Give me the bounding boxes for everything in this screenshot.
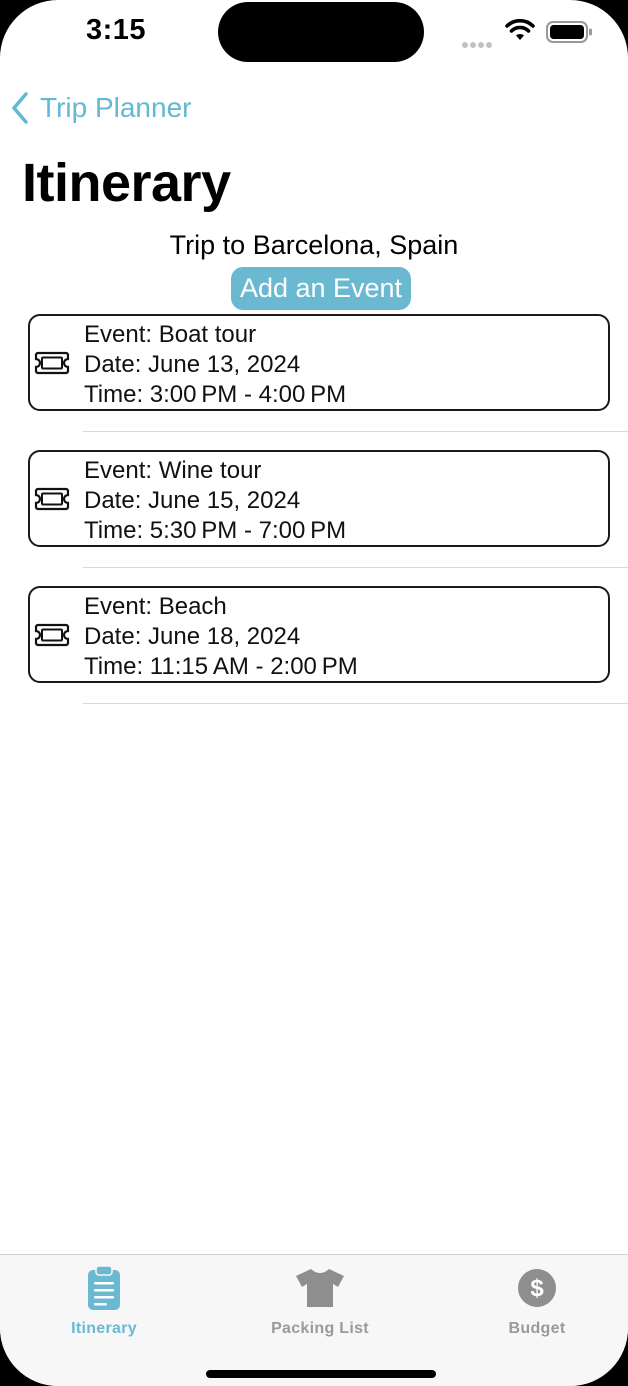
ticket-icon [34,487,70,511]
event-date: Date: June 15, 2024 [84,487,301,514]
event-time: Time: 11:15 AM - 2:00 PM [84,653,358,680]
svg-text:$: $ [530,1275,544,1302]
tab-itinerary[interactable]: Itinerary [24,1263,184,1338]
event-card[interactable]: Event: Boat tour Date: June 13, 2024 Tim… [28,314,610,411]
back-button[interactable]: Trip Planner [10,88,191,128]
home-indicator [206,1370,436,1378]
add-event-button[interactable]: Add an Event [231,267,411,310]
wifi-icon [505,18,535,40]
tshirt-icon [296,1269,344,1307]
row-separator [83,567,628,568]
event-time: Time: 5:30 PM - 7:00 PM [84,517,347,544]
tab-budget[interactable]: $ Budget [457,1263,617,1338]
back-label: Trip Planner [40,92,192,123]
ticket-icon [34,623,70,647]
event-time: Time: 3:00 PM - 4:00 PM [84,381,347,408]
battery-icon [546,21,592,43]
dollar-circle-icon: $ [518,1269,556,1307]
tab-label: Itinerary [71,1320,137,1337]
dynamic-island [218,2,424,62]
status-time: 3:15 [86,14,147,46]
ticket-icon [34,351,70,375]
event-list: Event: Boat tour Date: June 13, 2024 Tim… [0,314,628,722]
trip-title: Trip to Barcelona, Spain [169,230,459,260]
row-separator [83,703,628,704]
event-date: Date: June 13, 2024 [84,351,301,378]
page-title: Itinerary [22,153,231,213]
chevron-left-icon [12,92,28,124]
tab-bar: Itinerary Packing List $ Budget [0,1254,628,1386]
list-item: Event: Beach Date: June 18, 2024 Time: 1… [0,586,628,722]
list-item: Event: Boat tour Date: June 13, 2024 Tim… [0,314,628,450]
list-item: Event: Wine tour Date: June 15, 2024 Tim… [0,450,628,586]
phone-screen: 3:15 Trip Planner Itinerary Trip to Barc… [0,0,628,1386]
event-name: Event: Wine tour [84,457,262,484]
event-card[interactable]: Event: Wine tour Date: June 15, 2024 Tim… [28,450,610,547]
signal-dots-icon [462,35,494,53]
event-date: Date: June 18, 2024 [84,623,301,650]
clipboard-icon [88,1265,120,1310]
event-card[interactable]: Event: Beach Date: June 18, 2024 Time: 1… [28,586,610,683]
event-name: Event: Beach [84,593,227,620]
event-name: Event: Boat tour [84,321,257,348]
tab-packing-list[interactable]: Packing List [240,1263,400,1338]
tab-label: Packing List [271,1320,369,1337]
row-separator [83,431,628,432]
tab-label: Budget [508,1320,566,1337]
